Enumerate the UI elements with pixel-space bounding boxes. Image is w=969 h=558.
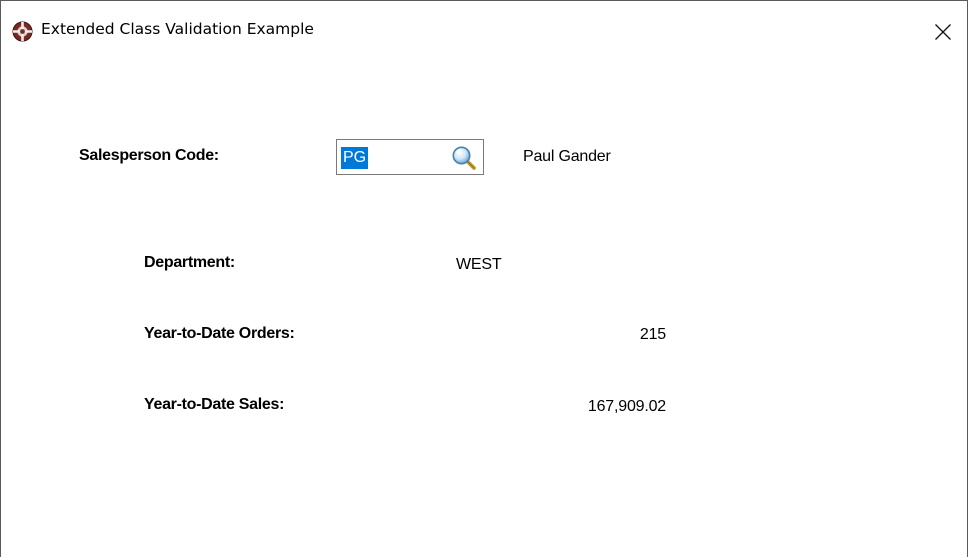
close-button[interactable] xyxy=(921,1,967,59)
salesperson-code-value[interactable]: PG xyxy=(341,147,369,169)
salesperson-code-label: Salesperson Code: xyxy=(79,147,219,164)
title-bar[interactable]: Extended Class Validation Example xyxy=(1,1,967,62)
department-value: WEST xyxy=(456,256,502,273)
window-title: Extended Class Validation Example xyxy=(41,20,314,38)
magnifier-icon[interactable] xyxy=(451,145,477,171)
close-icon xyxy=(935,24,951,40)
department-label: Department: xyxy=(144,254,235,271)
ytd-sales-value: 167,909.02 xyxy=(587,398,666,415)
ytd-sales-label: Year-to-Date Sales: xyxy=(144,396,285,413)
app-window: Extended Class Validation Example Salesp… xyxy=(0,0,968,557)
salesperson-name: Paul Gander xyxy=(523,148,611,165)
salesperson-code-field[interactable]: PG xyxy=(336,139,484,175)
app-logo-icon xyxy=(12,21,33,42)
ytd-orders-label: Year-to-Date Orders: xyxy=(144,325,295,342)
ytd-orders-value: 215 xyxy=(639,326,666,343)
